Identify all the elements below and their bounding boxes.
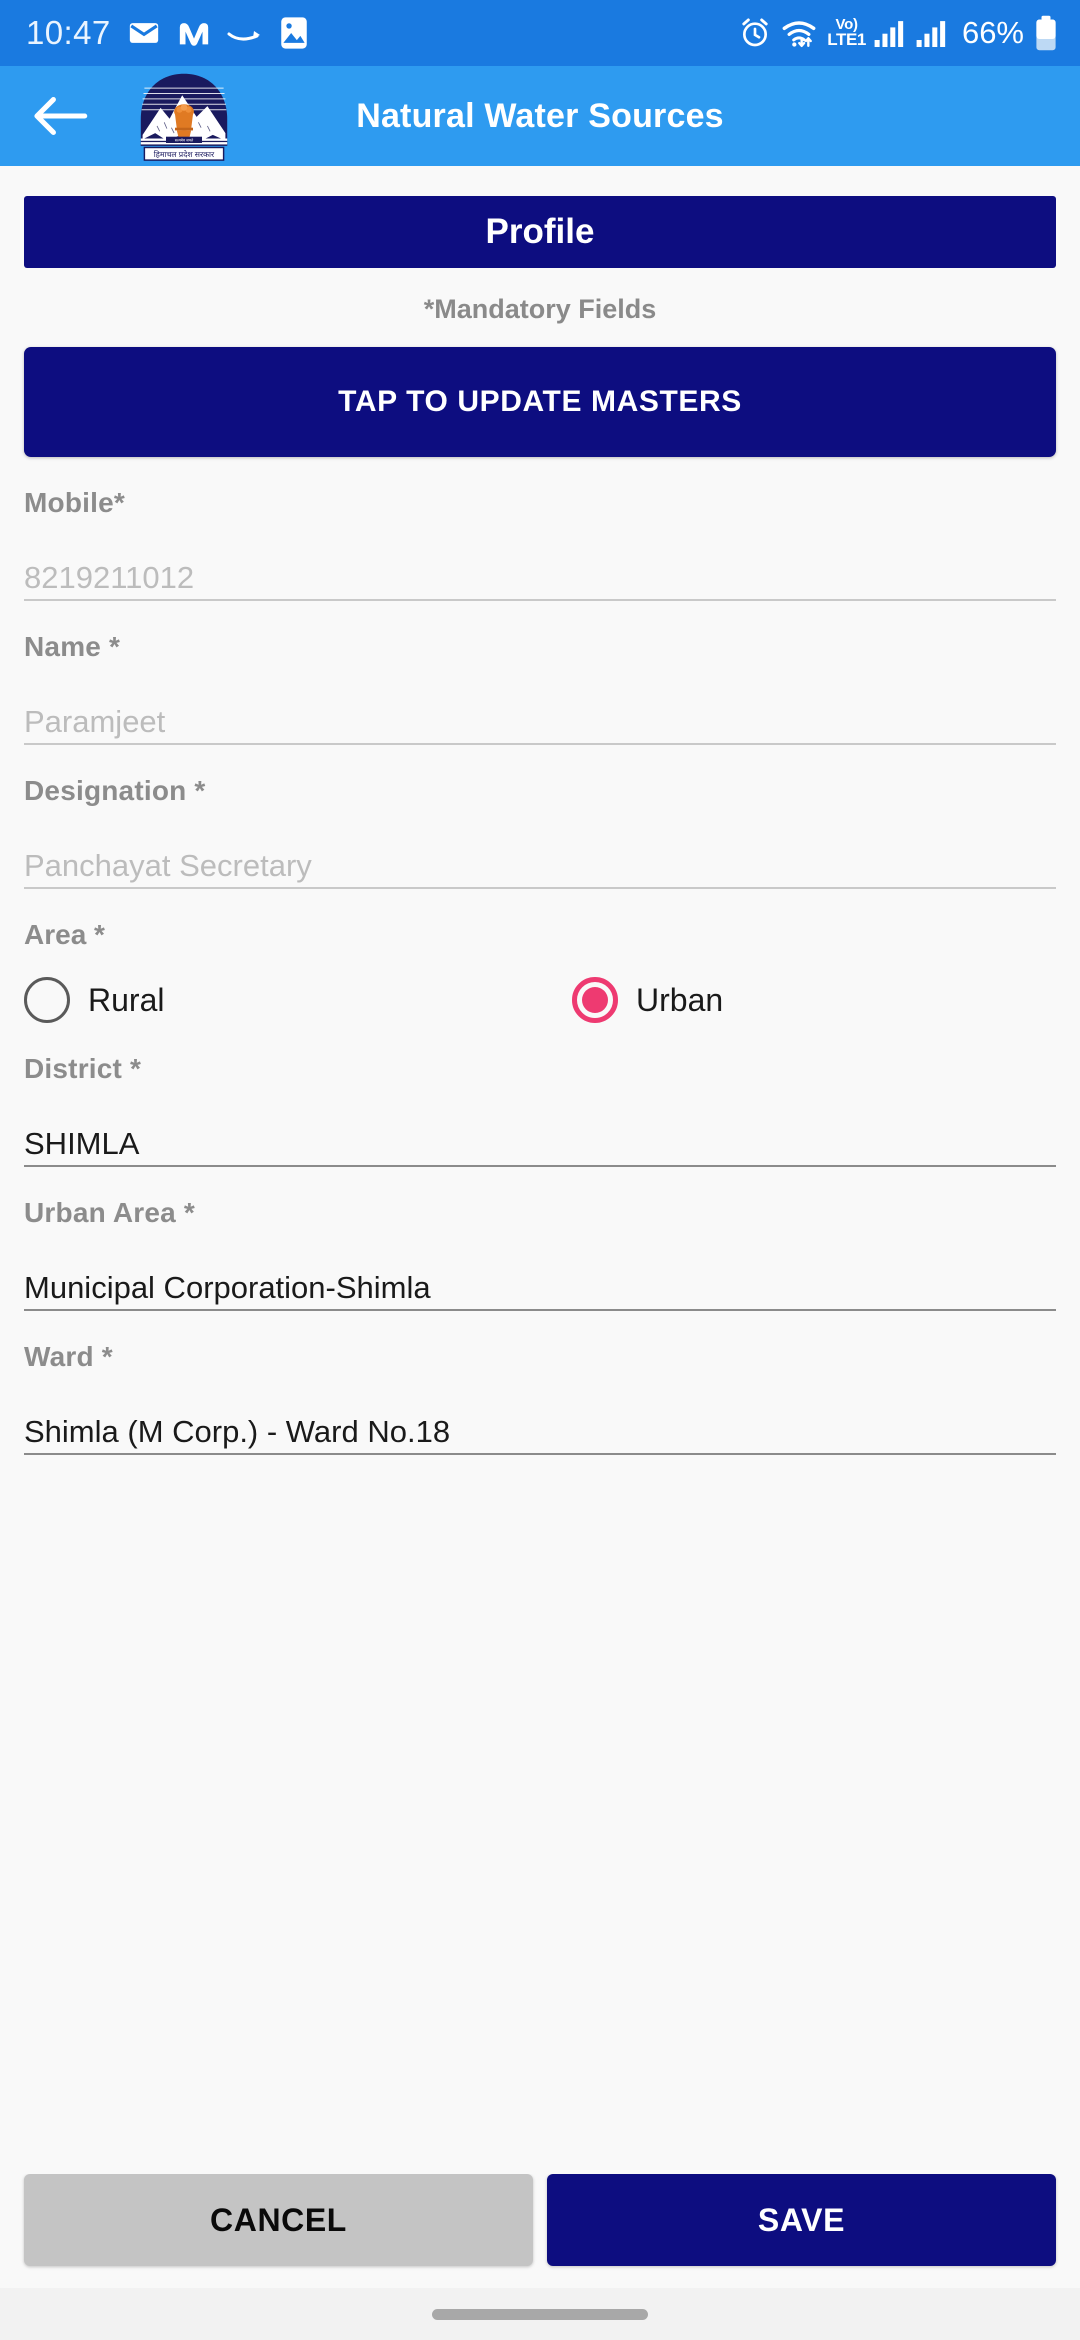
status-bar-left: 10:47 xyxy=(26,14,309,52)
tap-to-update-masters-label: TAP TO UPDATE MASTERS xyxy=(338,385,742,418)
field-ward-value: Shimla (M Corp.) - Ward No.18 xyxy=(24,1414,451,1449)
himachal-pradesh-government-emblem: सत्यमेव जयते हिमाचल प्रदेश सरकार xyxy=(140,73,228,161)
field-district-label: District * xyxy=(24,1053,142,1084)
profile-section-title: Profile xyxy=(485,212,595,251)
mobile-input[interactable]: 8219211012 xyxy=(24,547,1056,601)
profile-section-header: Profile xyxy=(24,196,1056,268)
back-arrow-icon[interactable] xyxy=(30,86,90,146)
field-name: Name * Paramjeet xyxy=(24,631,1056,745)
field-designation: Designation * Panchayat Secretary xyxy=(24,775,1056,889)
radio-option-urban-label: Urban xyxy=(636,981,724,1018)
save-button-label: SAVE xyxy=(757,2201,846,2238)
designation-input[interactable]: Panchayat Secretary xyxy=(24,835,1056,889)
name-input[interactable]: Paramjeet xyxy=(24,691,1056,745)
field-district: District * SHIMLA xyxy=(24,1053,1056,1167)
battery-percent-label: 66% xyxy=(961,15,1024,50)
system-navigation-bar xyxy=(0,2288,1080,2340)
signal-bars-sim2-icon xyxy=(916,19,948,47)
district-dropdown[interactable]: SHIMLA xyxy=(24,1113,1056,1167)
field-mobile: Mobile* 8219211012 xyxy=(24,487,1056,601)
radio-selected-dot xyxy=(582,987,608,1013)
status-bar: 10:47 Vo) LTE1 66% xyxy=(0,0,1080,66)
gallery-icon xyxy=(279,16,309,50)
form-actions: CANCEL SAVE xyxy=(0,2174,1080,2288)
field-mobile-value: 8219211012 xyxy=(24,560,195,595)
tap-to-update-masters-button[interactable]: TAP TO UPDATE MASTERS xyxy=(24,347,1056,457)
field-name-value: Paramjeet xyxy=(24,704,166,739)
radio-button-urban-icon xyxy=(572,977,618,1023)
field-designation-value: Panchayat Secretary xyxy=(24,848,312,883)
radio-option-urban[interactable]: Urban xyxy=(572,977,723,1023)
radio-option-rural-label: Rural xyxy=(88,981,165,1018)
status-bar-right: Vo) LTE1 66% xyxy=(739,15,1058,51)
app-bar: सत्यमेव जयते हिमाचल प्रदेश सरकार Natural… xyxy=(0,66,1080,166)
field-ward: Ward * Shimla (M Corp.) - Ward No.18 xyxy=(24,1341,1056,1455)
gesture-home-pill[interactable] xyxy=(432,2308,648,2320)
app-screen: 10:47 Vo) LTE1 66% सत्यमेव जयते हिमाचल प… xyxy=(0,0,1080,2340)
ward-dropdown[interactable]: Shimla (M Corp.) - Ward No.18 xyxy=(24,1401,1056,1455)
status-bar-clock: 10:47 xyxy=(26,14,111,51)
save-button[interactable]: SAVE xyxy=(547,2174,1056,2266)
monzo-m-icon xyxy=(177,18,211,48)
field-urban-area-label: Urban Area * xyxy=(24,1197,195,1228)
alarm-icon xyxy=(739,17,771,49)
field-district-value: SHIMLA xyxy=(24,1126,140,1161)
field-mobile-label: Mobile* xyxy=(24,487,125,518)
radio-button-rural-icon xyxy=(24,977,70,1023)
cancel-button-label: CANCEL xyxy=(210,2201,347,2238)
svg-text:हिमाचल प्रदेश सरकार: हिमाचल प्रदेश सरकार xyxy=(154,150,215,159)
battery-icon xyxy=(1034,15,1058,51)
field-area-label: Area * xyxy=(24,919,105,950)
svg-text:सत्यमेव जयते: सत्यमेव जयते xyxy=(175,138,194,143)
mail-icon xyxy=(127,16,161,50)
mandatory-fields-note: *Mandatory Fields xyxy=(423,294,657,324)
field-designation-label: Designation * xyxy=(24,775,206,806)
field-urban-area: Urban Area * Municipal Corporation-Shiml… xyxy=(24,1197,1056,1311)
volte-label: Vo) LTE1 xyxy=(827,15,866,50)
amazon-icon xyxy=(227,20,263,46)
urban-area-dropdown[interactable]: Municipal Corporation-Shimla xyxy=(24,1257,1056,1311)
field-ward-label: Ward * xyxy=(24,1341,113,1372)
wifi-icon xyxy=(781,17,817,49)
field-name-label: Name * xyxy=(24,631,121,662)
field-urban-area-value: Municipal Corporation-Shimla xyxy=(24,1270,431,1305)
form-container: Profile *Mandatory Fields TAP TO UPDATE … xyxy=(0,166,1080,2174)
radio-option-rural[interactable]: Rural xyxy=(24,977,572,1023)
signal-bars-sim1-icon xyxy=(874,19,906,47)
cancel-button[interactable]: CANCEL xyxy=(24,2174,533,2266)
area-radio-group: Rural Urban xyxy=(24,977,1056,1023)
